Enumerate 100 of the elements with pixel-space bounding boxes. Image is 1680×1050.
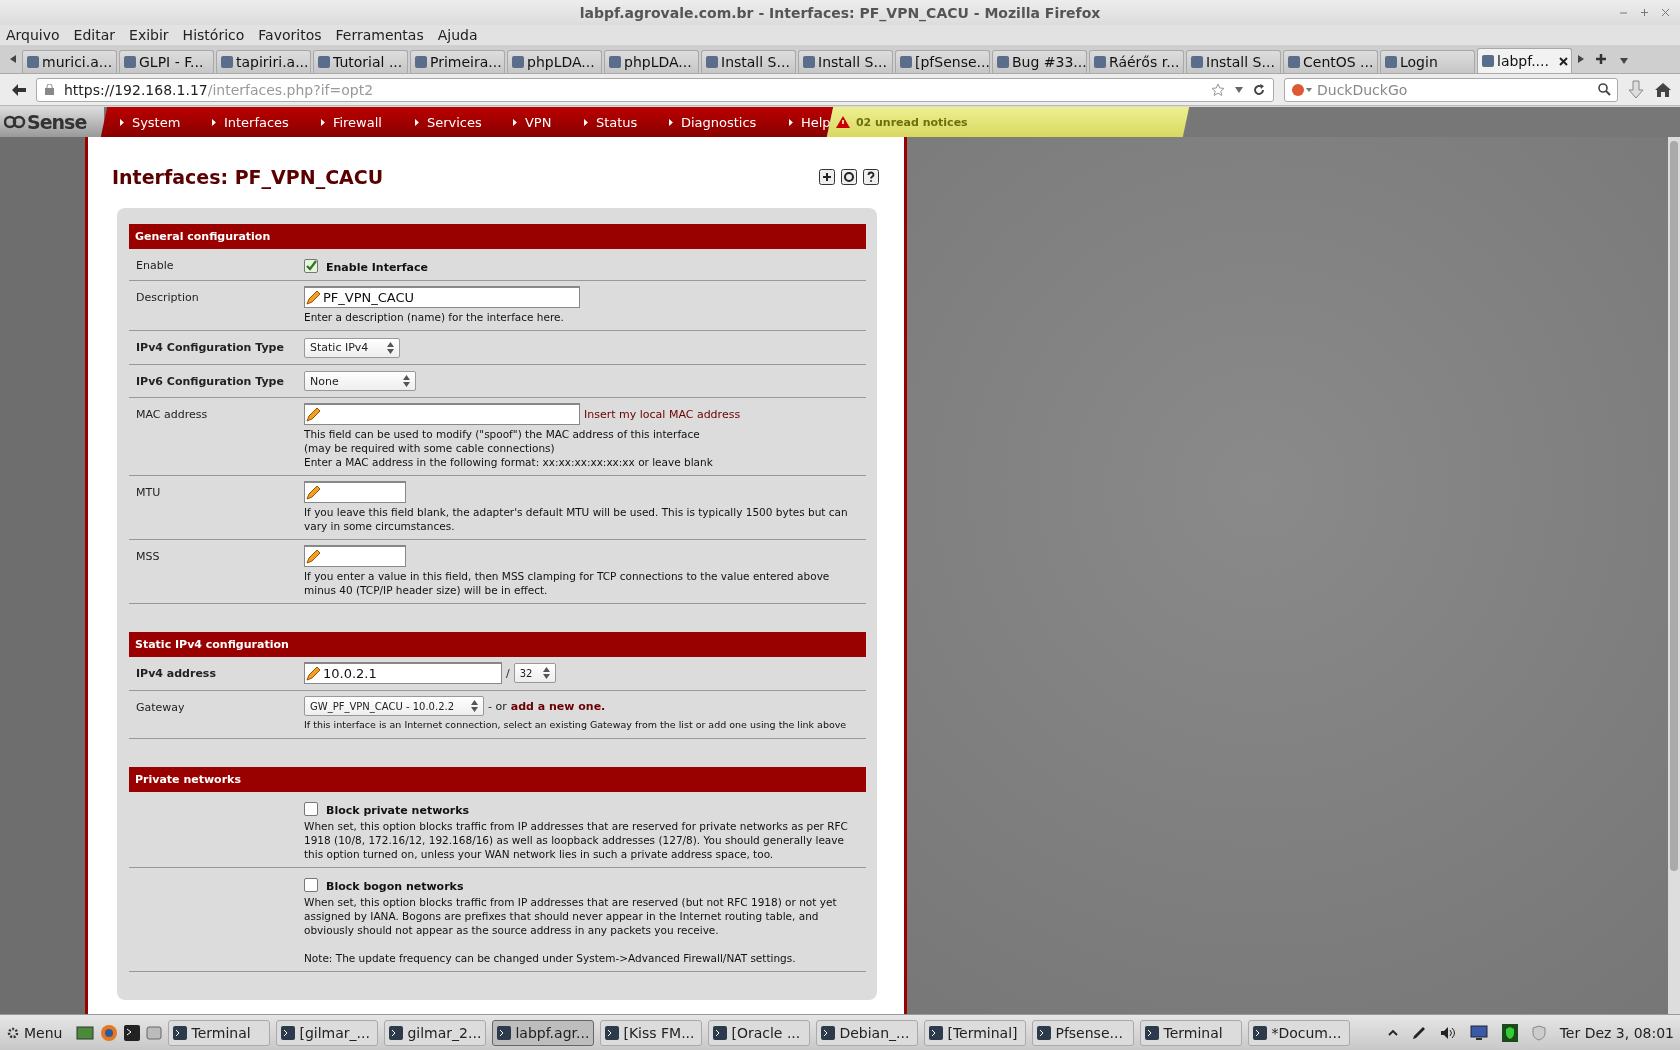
taskbar-button[interactable]: gilmar_2... bbox=[384, 1019, 487, 1046]
chevron-up-icon[interactable] bbox=[1387, 1029, 1398, 1036]
scroll-right-icon[interactable] bbox=[1578, 55, 1584, 63]
pen-icon[interactable] bbox=[1411, 1025, 1426, 1040]
favicon-icon bbox=[26, 55, 40, 69]
select-dropdown[interactable]: Static IPv4 bbox=[304, 337, 400, 358]
browser-tab[interactable]: tapiriri.a... bbox=[216, 50, 311, 73]
browser-tab[interactable]: phpLDA... bbox=[604, 50, 699, 73]
scrollbar[interactable] bbox=[1668, 137, 1680, 1014]
search-engine-icon[interactable] bbox=[1291, 82, 1313, 97]
menu-item[interactable]: Favoritos bbox=[258, 27, 322, 43]
taskbar-button[interactable]: [Kiss FM... bbox=[600, 1019, 703, 1046]
nav-menu-item[interactable]: Diagnostics bbox=[669, 114, 757, 130]
dropdown-icon[interactable] bbox=[1235, 86, 1243, 93]
menu-item[interactable]: Exibir bbox=[129, 27, 169, 43]
window-icon bbox=[821, 1025, 836, 1040]
address-bar[interactable]: https://192.168.1.17/interfaces.php?if=opt2 bbox=[36, 77, 1274, 102]
search-field[interactable]: DuckDuckGo bbox=[1284, 77, 1618, 102]
home-icon[interactable] bbox=[1654, 81, 1672, 98]
menu-item[interactable]: Arquivo bbox=[6, 27, 60, 43]
taskbar-button[interactable]: Pfsense... bbox=[1032, 1019, 1135, 1046]
back-arrow-icon[interactable] bbox=[12, 83, 26, 96]
search-icon[interactable] bbox=[1598, 83, 1611, 96]
text-input[interactable] bbox=[304, 545, 406, 567]
browser-tab[interactable]: [pfSense... bbox=[895, 50, 990, 73]
terminal-icon[interactable] bbox=[124, 1024, 141, 1041]
shield-icon[interactable] bbox=[1501, 1023, 1518, 1042]
taskbar-button[interactable]: *Docum... bbox=[1248, 1019, 1351, 1046]
browser-tab[interactable]: phpLDA... bbox=[507, 50, 602, 73]
checkbox-label: Enable Interface bbox=[326, 261, 428, 274]
browser-tab[interactable]: Login bbox=[1380, 50, 1475, 73]
scroll-left-icon[interactable] bbox=[10, 55, 16, 63]
browser-tab[interactable]: Install S... bbox=[701, 50, 796, 73]
help-text: When set, this option blocks traffic from IP addresses that are reserved (but not RFC 1918) or not yet assigned by IANA. Bogons are prefixes that should never appear in the Internet routing table, and obviously should not appear as the source address in any packets you receive. bbox=[304, 895, 838, 937]
monitor-icon[interactable] bbox=[1469, 1024, 1488, 1041]
taskbar-button[interactable]: labpf.agr... bbox=[492, 1019, 595, 1046]
taskbar-button[interactable]: Debian_... bbox=[816, 1019, 919, 1046]
link[interactable]: add a new one. bbox=[510, 699, 606, 713]
nav-menu-item[interactable]: VPN bbox=[513, 114, 552, 130]
start-menu-button[interactable]: Menu bbox=[6, 1024, 63, 1041]
close-tab-icon[interactable] bbox=[1559, 56, 1568, 66]
browser-tab[interactable]: Install S... bbox=[798, 50, 893, 73]
text-input[interactable] bbox=[304, 403, 580, 425]
select-dropdown[interactable]: 32 bbox=[513, 663, 556, 683]
browser-tab[interactable]: Ráérős r... bbox=[1089, 50, 1184, 73]
help-text: (may be required with some cable connections) bbox=[304, 441, 556, 455]
favicon-icon bbox=[1481, 54, 1495, 68]
link[interactable]: Insert my local MAC address bbox=[584, 407, 741, 421]
favicon-icon bbox=[705, 55, 719, 69]
section-header: General configuration bbox=[129, 224, 866, 249]
text-input[interactable]: PF_VPN_CACU bbox=[304, 286, 580, 308]
nav-menu-item[interactable]: Services bbox=[414, 114, 482, 130]
menu-item[interactable]: Editar bbox=[73, 27, 116, 43]
new-tab-icon[interactable] bbox=[1596, 54, 1606, 64]
browser-tab[interactable]: Primeira... bbox=[410, 50, 505, 73]
checkbox[interactable] bbox=[304, 801, 318, 816]
favicon-icon bbox=[802, 55, 816, 69]
select-dropdown[interactable]: GW_PF_VPN_CACU - 10.0.2.2 bbox=[304, 696, 484, 716]
taskbar-button[interactable]: Terminal bbox=[1140, 1019, 1243, 1046]
star-icon[interactable] bbox=[1211, 82, 1225, 97]
nav-menu-item[interactable]: Firewall bbox=[321, 114, 383, 130]
browser-tab[interactable]: GLPI - F... bbox=[119, 50, 214, 73]
tab-list-icon[interactable] bbox=[1620, 58, 1628, 64]
add-icon[interactable] bbox=[819, 169, 835, 185]
logo[interactable]: Sense bbox=[0, 107, 104, 137]
maximize-icon[interactable] bbox=[1640, 8, 1649, 17]
settings-icon[interactable] bbox=[841, 169, 857, 185]
taskbar-button[interactable]: [Oracle ... bbox=[708, 1019, 811, 1046]
select-dropdown[interactable]: None bbox=[304, 371, 416, 391]
menu-item[interactable]: Ajuda bbox=[437, 27, 478, 43]
text-input[interactable] bbox=[304, 481, 406, 503]
nav-menu-item[interactable]: Status bbox=[583, 114, 638, 130]
drive-icon[interactable] bbox=[146, 1024, 163, 1041]
browser-tab[interactable]: labpf.... bbox=[1477, 48, 1572, 73]
notice-text[interactable]: 02 unread notices bbox=[856, 115, 968, 129]
desktop-icon[interactable] bbox=[76, 1024, 95, 1041]
favicon-icon bbox=[1384, 55, 1398, 69]
close-icon[interactable] bbox=[1661, 8, 1670, 17]
browser-icon[interactable] bbox=[100, 1023, 119, 1042]
menu-item[interactable]: Histórico bbox=[182, 27, 245, 43]
browser-tab[interactable]: murici.a... bbox=[22, 50, 117, 73]
speaker-icon[interactable] bbox=[1439, 1025, 1456, 1040]
taskbar-button[interactable]: [Terminal] bbox=[924, 1019, 1027, 1046]
text-input[interactable]: 10.0.2.1 bbox=[304, 662, 502, 684]
browser-tab[interactable]: Tutorial ... bbox=[313, 50, 408, 73]
triangle-icon bbox=[321, 118, 326, 126]
browser-tab[interactable]: Install S... bbox=[1186, 50, 1281, 73]
warning-icon[interactable] bbox=[836, 116, 850, 128]
menu-item[interactable]: Ferramentas bbox=[335, 27, 424, 43]
browser-tab[interactable]: CentOS ... bbox=[1283, 50, 1378, 73]
taskbar-button[interactable]: Terminal bbox=[168, 1019, 271, 1046]
reload-icon[interactable] bbox=[1253, 83, 1265, 96]
nav-menu-item[interactable]: Interfaces bbox=[212, 114, 290, 130]
checkbox[interactable] bbox=[304, 258, 318, 273]
browser-tab[interactable]: Bug #33... bbox=[992, 50, 1087, 73]
taskbar-button[interactable]: [gilmar_... bbox=[276, 1019, 379, 1046]
help-icon[interactable] bbox=[863, 169, 879, 185]
nav-menu-item[interactable]: Help bbox=[788, 114, 831, 130]
checkbox[interactable] bbox=[304, 877, 318, 892]
nav-menu-item[interactable]: System bbox=[120, 114, 181, 130]
